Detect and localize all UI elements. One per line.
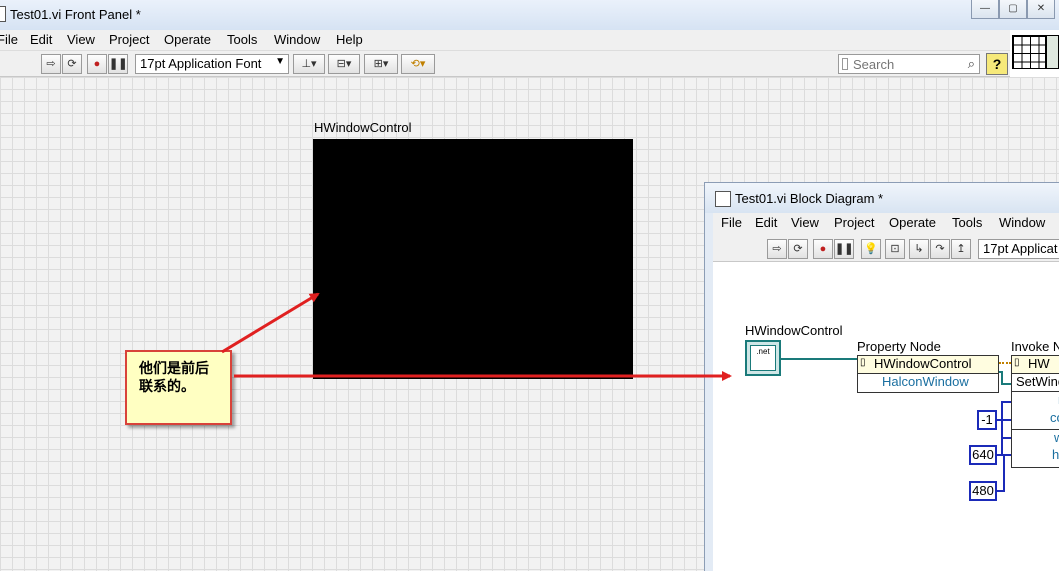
constant-640[interactable]: 640 bbox=[969, 445, 997, 465]
block-diagram-title-bar[interactable]: Test01.vi Block Diagram * bbox=[705, 183, 1059, 213]
reorder-icon[interactable]: ⟲▾ bbox=[401, 54, 435, 74]
halconwindow-wire-h[interactable] bbox=[1001, 383, 1011, 385]
run-arrow-icon[interactable]: ⇨ bbox=[41, 54, 61, 74]
vi-icon bbox=[715, 191, 731, 207]
highlight-execution-icon[interactable]: 💡 bbox=[861, 239, 881, 259]
distribute-objects-icon[interactable]: ⊟▾ bbox=[328, 54, 360, 74]
invoke-node-label: Invoke N bbox=[1011, 339, 1059, 354]
run-arrow-icon[interactable]: ⇨ bbox=[767, 239, 787, 259]
pause-icon[interactable]: ❚❚ bbox=[108, 54, 128, 74]
step-out-icon[interactable]: ↥ bbox=[951, 239, 971, 259]
run-continuously-icon[interactable]: ⟳ bbox=[788, 239, 808, 259]
font-select[interactable]: 17pt Application Font ▼ bbox=[135, 54, 289, 74]
block-diagram-title: Test01.vi Block Diagram * bbox=[735, 191, 884, 206]
numeric-wire[interactable] bbox=[997, 419, 1011, 421]
close-button[interactable]: ✕ bbox=[1027, 0, 1055, 19]
property-node[interactable]: ▯ HWindowControl HalconWindow bbox=[857, 355, 999, 393]
pause-icon[interactable]: ❚❚ bbox=[834, 239, 854, 259]
block-diagram-canvas[interactable]: HWindowControl .net Property Node ▯ HWin… bbox=[713, 262, 1059, 571]
menu-help[interactable]: Help bbox=[336, 32, 363, 47]
bd-menu-edit[interactable]: Edit bbox=[755, 215, 777, 230]
invoke-param-width[interactable]: w bbox=[1012, 429, 1059, 447]
block-diagram-menu-bar: File Edit View Project Operate Tools Win… bbox=[713, 213, 1059, 235]
menu-window[interactable]: Window bbox=[274, 32, 320, 47]
invoke-method[interactable]: SetWind bbox=[1012, 374, 1059, 392]
hwindowcontrol-display[interactable] bbox=[313, 139, 633, 379]
bd-font-select-value: 17pt Applicat bbox=[983, 241, 1058, 256]
front-panel-title-bar[interactable]: Test01.vi Front Panel * — ▢ ✕ bbox=[0, 0, 1059, 30]
minimize-button[interactable]: — bbox=[971, 0, 999, 19]
constant-minus-one[interactable]: -1 bbox=[977, 410, 997, 430]
step-over-icon[interactable]: ↷ bbox=[930, 239, 950, 259]
menu-edit[interactable]: Edit bbox=[30, 32, 52, 47]
property-node-label: Property Node bbox=[857, 339, 941, 354]
numeric-wire-height-v[interactable] bbox=[1003, 454, 1005, 492]
window-controls: — ▢ ✕ bbox=[971, 0, 1055, 19]
bd-menu-operate[interactable]: Operate bbox=[889, 215, 936, 230]
invoke-param-column[interactable]: co bbox=[1012, 410, 1059, 428]
step-into-icon[interactable]: ↳ bbox=[909, 239, 929, 259]
constant-480[interactable]: 480 bbox=[969, 481, 997, 501]
abort-icon[interactable]: ● bbox=[87, 54, 107, 74]
bd-menu-view[interactable]: View bbox=[791, 215, 819, 230]
align-objects-icon[interactable]: ⊥▾ bbox=[293, 54, 325, 74]
refnum-wire[interactable] bbox=[781, 358, 857, 360]
resize-objects-icon[interactable]: ⊞▾ bbox=[364, 54, 398, 74]
retain-wire-values-icon[interactable]: ⊡ bbox=[885, 239, 905, 259]
menu-operate[interactable]: Operate bbox=[164, 32, 211, 47]
block-diagram-toolbar: ⇨ ⟳ ● ❚❚ 💡 ⊡ ↳ ↷ ↥ 17pt Applicat bbox=[713, 235, 1059, 262]
connector-pane-icon[interactable] bbox=[1012, 35, 1046, 69]
property-node-class-name: HWindowControl bbox=[874, 356, 972, 371]
vi-icon-editor[interactable] bbox=[1046, 35, 1059, 69]
numeric-wire-width-v[interactable] bbox=[1001, 431, 1003, 455]
bd-font-select[interactable]: 17pt Applicat bbox=[978, 239, 1059, 259]
reference-wire[interactable] bbox=[999, 362, 1011, 364]
bd-menu-tools[interactable]: Tools bbox=[952, 215, 982, 230]
menu-tools[interactable]: Tools bbox=[227, 32, 257, 47]
bd-menu-window[interactable]: Window bbox=[999, 215, 1045, 230]
numeric-wire-row[interactable] bbox=[1001, 401, 1011, 403]
property-item[interactable]: HalconWindow bbox=[858, 374, 998, 392]
property-node-class: ▯ HWindowControl bbox=[858, 356, 998, 374]
maximize-button[interactable]: ▢ bbox=[999, 0, 1027, 19]
search-input[interactable] bbox=[853, 56, 957, 72]
hwindowcontrol-terminal[interactable]: .net bbox=[745, 340, 781, 376]
abort-icon[interactable]: ● bbox=[813, 239, 833, 259]
menu-view[interactable]: View bbox=[67, 32, 95, 47]
vi-icon bbox=[0, 6, 6, 22]
block-diagram-window[interactable]: Test01.vi Block Diagram * File Edit View… bbox=[704, 182, 1059, 571]
invoke-node-class: ▯ HW bbox=[1012, 356, 1059, 374]
dotnet-refnum-icon: .net bbox=[750, 345, 776, 371]
search-box-handle bbox=[842, 58, 848, 70]
invoke-param-height[interactable]: he bbox=[1012, 447, 1059, 465]
refnum-icon: ▯ bbox=[860, 357, 866, 368]
bd-menu-project[interactable]: Project bbox=[834, 215, 874, 230]
chevron-down-icon: ▼ bbox=[275, 56, 285, 67]
menu-project[interactable]: Project bbox=[109, 32, 149, 47]
search-box[interactable]: ⌕ bbox=[838, 54, 980, 74]
terminal-label: HWindowControl bbox=[745, 323, 843, 338]
front-panel-title: Test01.vi Front Panel * bbox=[10, 7, 141, 22]
search-icon[interactable]: ⌕ bbox=[968, 56, 975, 72]
hwindowcontrol-label: HWindowControl bbox=[314, 120, 412, 135]
run-continuously-icon[interactable]: ⟳ bbox=[62, 54, 82, 74]
front-panel-menu-bar: File Edit View Project Operate Tools Win… bbox=[0, 30, 1010, 51]
context-help-button[interactable]: ? bbox=[986, 53, 1008, 75]
bd-menu-file[interactable]: File bbox=[721, 215, 742, 230]
invoke-node-class-name: HW bbox=[1028, 356, 1050, 371]
dotnet-label: .net bbox=[756, 347, 770, 356]
menu-file[interactable]: File bbox=[0, 32, 18, 47]
font-select-value: 17pt Application Font bbox=[140, 56, 262, 71]
annotation-callout: 他们是前后联系的。 bbox=[125, 350, 232, 425]
invoke-param-row[interactable]: r bbox=[1012, 392, 1059, 410]
refnum-icon: ▯ bbox=[1014, 357, 1020, 368]
invoke-node[interactable]: ▯ HW SetWind r co w he bbox=[1011, 355, 1059, 468]
